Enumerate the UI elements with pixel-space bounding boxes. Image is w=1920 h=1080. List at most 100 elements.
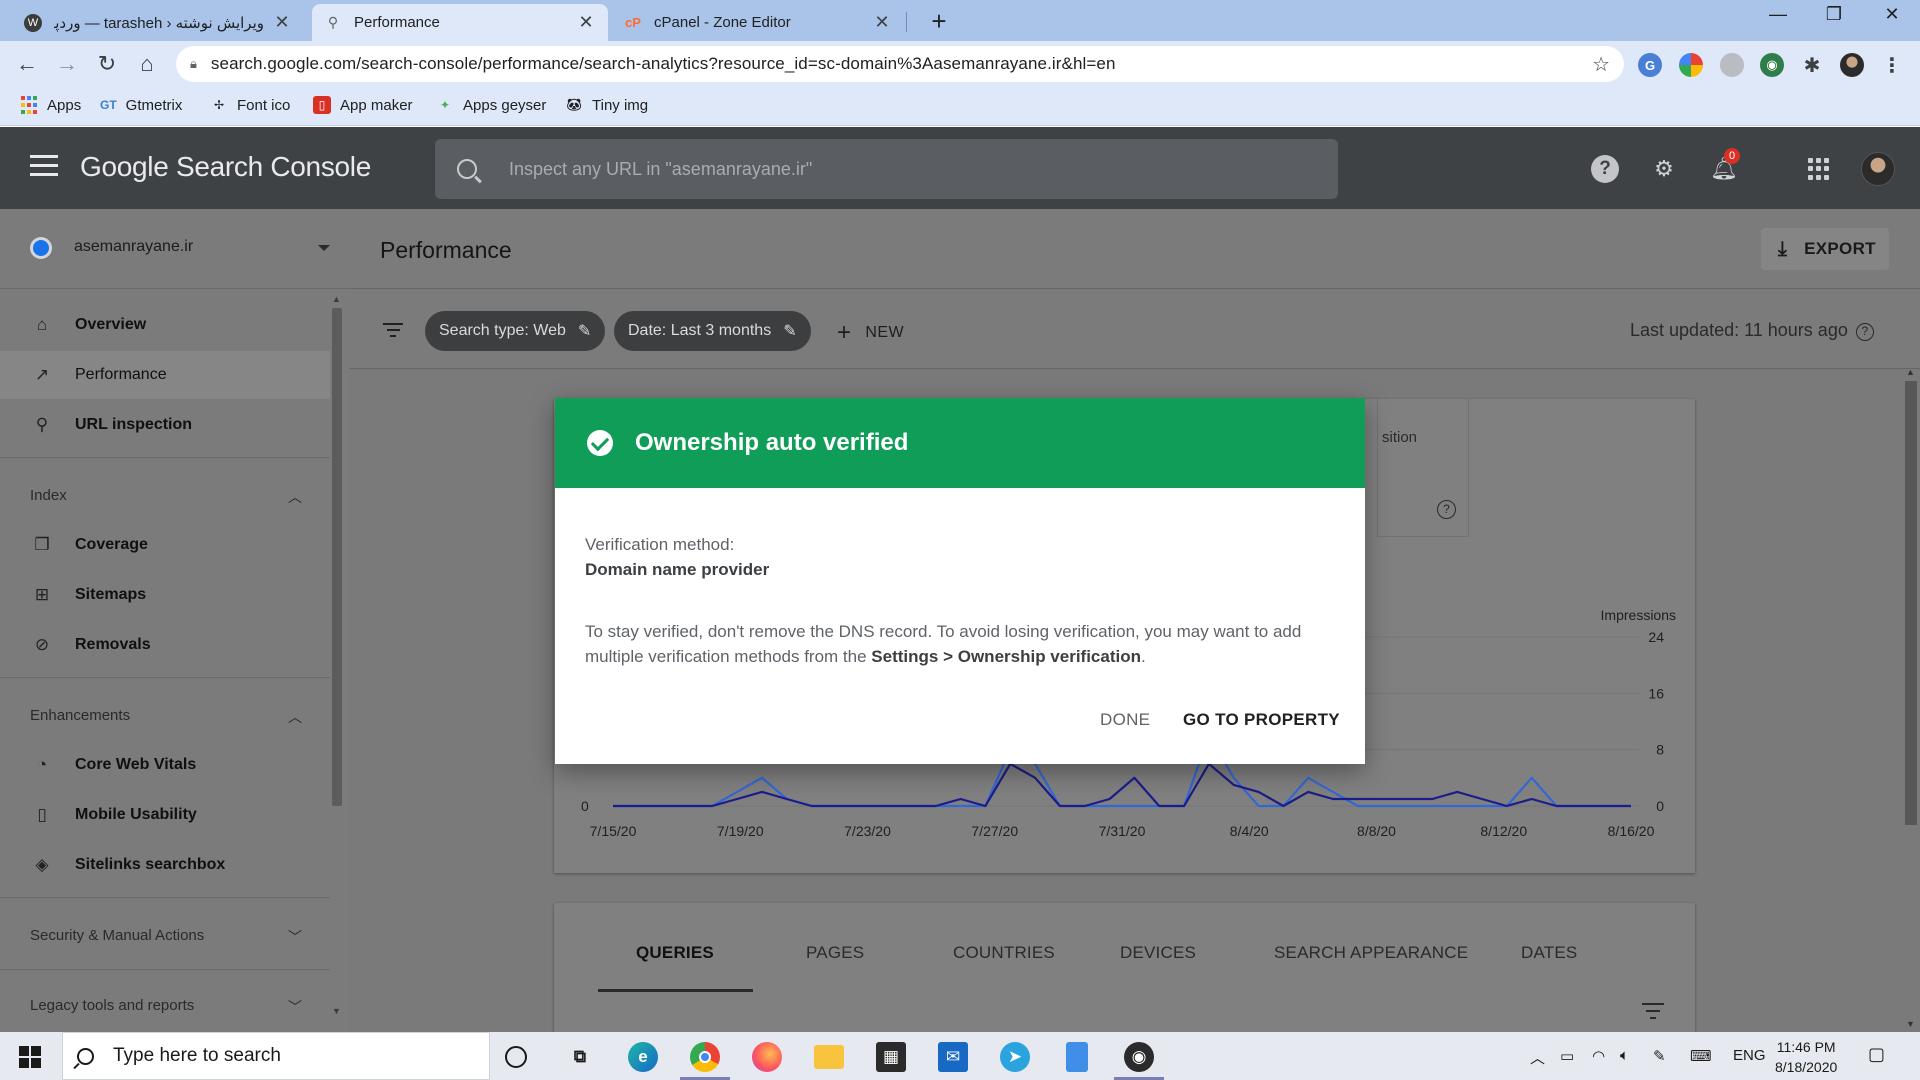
table-filter-icon[interactable]: [1642, 1003, 1664, 1024]
account-avatar[interactable]: [1861, 152, 1895, 186]
new-tab-icon[interactable]: +: [924, 6, 954, 37]
sidebar-item-mobile-usability[interactable]: ▯ Mobile Usability: [0, 791, 330, 839]
sidebar-item-coverage[interactable]: ❐ Coverage: [0, 521, 330, 569]
forward-icon[interactable]: →: [50, 47, 84, 81]
browser-tab-performance[interactable]: ⚲ Performance ✕: [312, 4, 608, 41]
sidebar-scrollbar[interactable]: ▲ ▼: [330, 294, 344, 1016]
sidebar-section-enhancements[interactable]: Enhancements ︿: [30, 707, 302, 725]
sidebar-section-index[interactable]: Index ︿: [30, 487, 302, 505]
tab-queries[interactable]: QUERIES: [636, 943, 714, 963]
main-scrollbar[interactable]: ▲ ▼: [1901, 367, 1919, 1032]
help-circle-icon[interactable]: ?: [1437, 500, 1456, 519]
browser-menu-icon[interactable]: ⋮: [1880, 53, 1904, 77]
gray-extension-icon[interactable]: [1720, 53, 1744, 77]
property-selector[interactable]: asemanrayane.ir: [0, 209, 349, 289]
scroll-down-icon[interactable]: ▼: [332, 1006, 341, 1016]
bookmark-font-ico[interactable]: ✢ Font ico: [210, 96, 290, 114]
browser-tab-wordpress[interactable]: W ویرایش نوشته ‹ tarasheh — وردپر ✕: [12, 4, 304, 41]
metric-tile-average-position[interactable]: sition ?: [1377, 399, 1469, 537]
puzzle-extensions-icon[interactable]: ✱: [1800, 53, 1824, 77]
google-apps-icon[interactable]: [1808, 158, 1830, 180]
taskbar-search-box[interactable]: Type here to search: [62, 1032, 490, 1080]
settings-user-icon[interactable]: ⚙: [1650, 155, 1678, 183]
tab-countries[interactable]: COUNTRIES: [953, 943, 1055, 963]
firefox-icon[interactable]: [752, 1042, 782, 1072]
tab-dates[interactable]: DATES: [1521, 943, 1577, 963]
sidebar-item-overview[interactable]: ⌂ Overview: [0, 301, 330, 349]
home-icon[interactable]: ⌂: [130, 47, 164, 81]
filter-icon[interactable]: [383, 323, 403, 341]
color-extension-icon[interactable]: [1679, 53, 1703, 77]
reload-icon[interactable]: ↻: [90, 47, 124, 81]
browser-tab-cpanel[interactable]: cP cPanel - Zone Editor ✕: [612, 4, 904, 41]
address-bar[interactable]: 🔒︎ search.google.com/search-console/perf…: [176, 46, 1624, 82]
language-indicator[interactable]: ENG: [1733, 1047, 1766, 1064]
tab-devices[interactable]: DEVICES: [1120, 943, 1196, 963]
bookmark-label: Tiny img: [592, 96, 649, 114]
file-explorer-icon[interactable]: [814, 1045, 844, 1069]
search-type-chip[interactable]: Search type: Web ✎: [425, 311, 606, 351]
add-filter-button[interactable]: + NEW: [837, 319, 904, 347]
scroll-down-icon[interactable]: ▼: [1906, 1019, 1915, 1029]
bookmark-gtmetrix[interactable]: GT Gtmetrix: [100, 96, 182, 114]
go-to-property-button[interactable]: GO TO PROPERTY: [1183, 710, 1340, 730]
bookmark-apps-geyser[interactable]: ✦ Apps geyser: [436, 96, 546, 114]
bookmark-star-icon[interactable]: ☆: [1592, 52, 1610, 77]
tab-search-appearance[interactable]: SEARCH APPEARANCE: [1274, 943, 1468, 963]
notifications-center-icon[interactable]: ▢: [1868, 1044, 1885, 1065]
sidebar-section-security[interactable]: Security & Manual Actions ﹀: [30, 927, 302, 945]
bookmark-apps[interactable]: Apps: [20, 96, 81, 114]
hamburger-menu-icon[interactable]: [30, 155, 58, 181]
scroll-up-icon[interactable]: ▲: [1906, 367, 1915, 377]
close-tab-icon[interactable]: ✕: [576, 12, 596, 33]
bookmark-app-maker[interactable]: ▯ App maker: [313, 96, 413, 114]
telegram-icon[interactable]: ➤: [1000, 1042, 1030, 1072]
help-icon[interactable]: ?: [1591, 155, 1619, 183]
sidebar-item-sitemaps[interactable]: ⊞ Sitemaps: [0, 571, 330, 619]
mail-icon[interactable]: ✉: [938, 1042, 968, 1072]
url-inspect-input[interactable]: [509, 158, 1338, 180]
sidebar-item-performance[interactable]: ↗ Performance: [0, 351, 330, 399]
volume-icon[interactable]: 🔈︎: [1620, 1047, 1629, 1064]
sidebar-item-removals[interactable]: ⊘ Removals: [0, 621, 330, 669]
scrollbar-thumb[interactable]: [332, 308, 342, 806]
sidebar-item-core-web-vitals[interactable]: ◔ Core Web Vitals: [0, 741, 330, 789]
sidebar-item-url-inspection[interactable]: ⚲ URL inspection: [0, 401, 330, 449]
obs-icon[interactable]: ◉: [1124, 1042, 1154, 1072]
pen-icon[interactable]: ✎: [1653, 1047, 1666, 1065]
notepad-icon[interactable]: [1066, 1042, 1088, 1072]
chrome-icon[interactable]: [690, 1042, 720, 1072]
cortana-icon[interactable]: [505, 1046, 527, 1068]
keyboard-icon[interactable]: ⌨: [1690, 1047, 1712, 1065]
url-inspect-search[interactable]: [435, 139, 1338, 199]
scrollbar-thumb[interactable]: [1905, 381, 1917, 825]
task-view-icon[interactable]: ⧉: [565, 1042, 595, 1072]
sidebar-section-legacy[interactable]: Legacy tools and reports ﹀: [30, 997, 302, 1015]
globe-extension-icon[interactable]: ◉: [1760, 53, 1784, 77]
product-logo[interactable]: Google Search Console: [80, 151, 371, 183]
windows-start-icon[interactable]: [19, 1046, 41, 1068]
profile-avatar-icon[interactable]: [1840, 53, 1864, 77]
sidebar-item-sitelinks-searchbox[interactable]: ◈ Sitelinks searchbox: [0, 841, 330, 889]
restore-icon[interactable]: ❐: [1814, 4, 1854, 25]
done-button[interactable]: DONE: [1100, 710, 1150, 730]
scroll-up-icon[interactable]: ▲: [332, 294, 341, 304]
window-close-icon[interactable]: ✕: [1872, 4, 1912, 25]
translate-extension-icon[interactable]: G: [1638, 53, 1662, 77]
bookmark-tiny-img[interactable]: 🐼︎ Tiny img: [565, 96, 648, 114]
help-circle-icon[interactable]: ?: [1855, 323, 1874, 341]
tab-pages[interactable]: PAGES: [806, 943, 864, 963]
back-icon[interactable]: ←: [10, 47, 44, 81]
date-range-chip[interactable]: Date: Last 3 months ✎: [614, 311, 811, 351]
show-hidden-icons[interactable]: ︿: [1530, 1047, 1545, 1068]
system-clock[interactable]: 11:46 PM 8/18/2020: [1775, 1037, 1837, 1077]
close-tab-icon[interactable]: ✕: [272, 12, 292, 33]
battery-icon[interactable]: ▭: [1560, 1047, 1574, 1065]
close-tab-icon[interactable]: ✕: [872, 12, 892, 33]
store-icon[interactable]: ▦: [876, 1042, 906, 1072]
export-button[interactable]: ⤓ EXPORT: [1761, 228, 1889, 270]
last-updated: Last updated: 11 hours ago?: [1630, 320, 1874, 341]
wifi-icon[interactable]: ◠: [1592, 1047, 1605, 1065]
edge-icon[interactable]: e: [628, 1042, 658, 1072]
minimize-icon[interactable]: —: [1758, 4, 1798, 25]
